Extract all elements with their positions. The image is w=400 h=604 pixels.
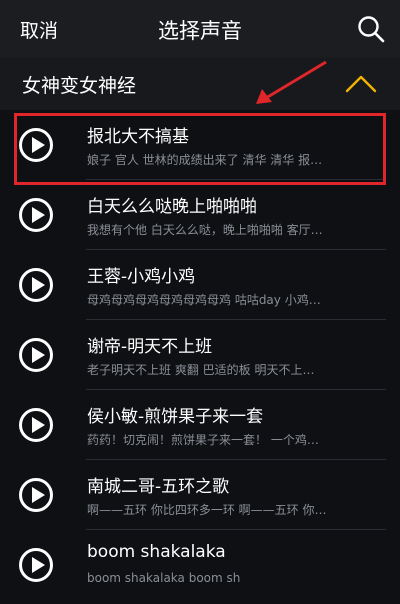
sound-lyrics: 母鸡母鸡母鸡母鸡母鸡母鸡 咕咕day 小鸡… <box>87 293 321 307</box>
text-fade <box>327 571 387 585</box>
sound-item[interactable]: boom shakalaka boom shakalaka boom sh <box>0 530 400 600</box>
chevron-up-icon[interactable] <box>344 72 378 94</box>
search-icon[interactable] <box>356 14 386 44</box>
sound-lyrics: 我想有个他 白天么么哒，晚上啪啪啪 客厅… <box>87 223 323 237</box>
sound-item[interactable]: 白天么么哒晚上啪啪啪 我想有个他 白天么么哒，晚上啪啪啪 客厅… <box>0 180 400 250</box>
play-icon[interactable] <box>19 548 53 582</box>
sound-lyrics: 啊——五环 你比四环多一环 啊——五环 你… <box>87 503 327 517</box>
play-icon[interactable] <box>19 338 53 372</box>
sound-title: 侯小敏-煎饼果子来一套 <box>87 407 264 427</box>
page-title: 选择声音 <box>158 19 242 43</box>
sound-item[interactable]: 侯小敏-煎饼果子来一套 药药！切克闹！煎饼果子来一套！ 一个鸡… <box>0 390 400 460</box>
sound-title: 白天么么哒晚上啪啪啪 <box>87 197 257 217</box>
sound-title: 谢帝-明天不上班 <box>87 337 213 357</box>
sound-title: 南城二哥-五环之歌 <box>87 477 230 497</box>
top-bar: 取消 选择声音 <box>0 0 400 58</box>
sound-title: 王蓉-小鸡小鸡 <box>87 267 196 287</box>
sound-item[interactable]: 谢帝-明天不上班 老子明天不上班 爽翻 巴适的板 明天不上… <box>0 320 400 390</box>
sound-lyrics: 药药！切克闹！煎饼果子来一套！ 一个鸡… <box>87 433 319 447</box>
sound-title: boom shakalaka <box>87 542 226 562</box>
sound-lyrics: 老子明天不上班 爽翻 巴适的板 明天不上… <box>87 363 315 377</box>
category-header[interactable]: 女神变女神经 <box>0 58 400 110</box>
play-icon[interactable] <box>19 198 53 232</box>
category-title: 女神变女神经 <box>22 75 137 97</box>
sound-lyrics: boom shakalaka boom sh <box>87 571 387 585</box>
sound-item[interactable]: 南城二哥-五环之歌 啊——五环 你比四环多一环 啊——五环 你… <box>0 460 400 530</box>
play-icon[interactable] <box>19 268 53 302</box>
highlight-box <box>14 113 386 185</box>
play-icon[interactable] <box>19 408 53 442</box>
sound-item[interactable]: 王蓉-小鸡小鸡 母鸡母鸡母鸡母鸡母鸡母鸡 咕咕day 小鸡… <box>0 250 400 320</box>
play-icon[interactable] <box>19 478 53 512</box>
